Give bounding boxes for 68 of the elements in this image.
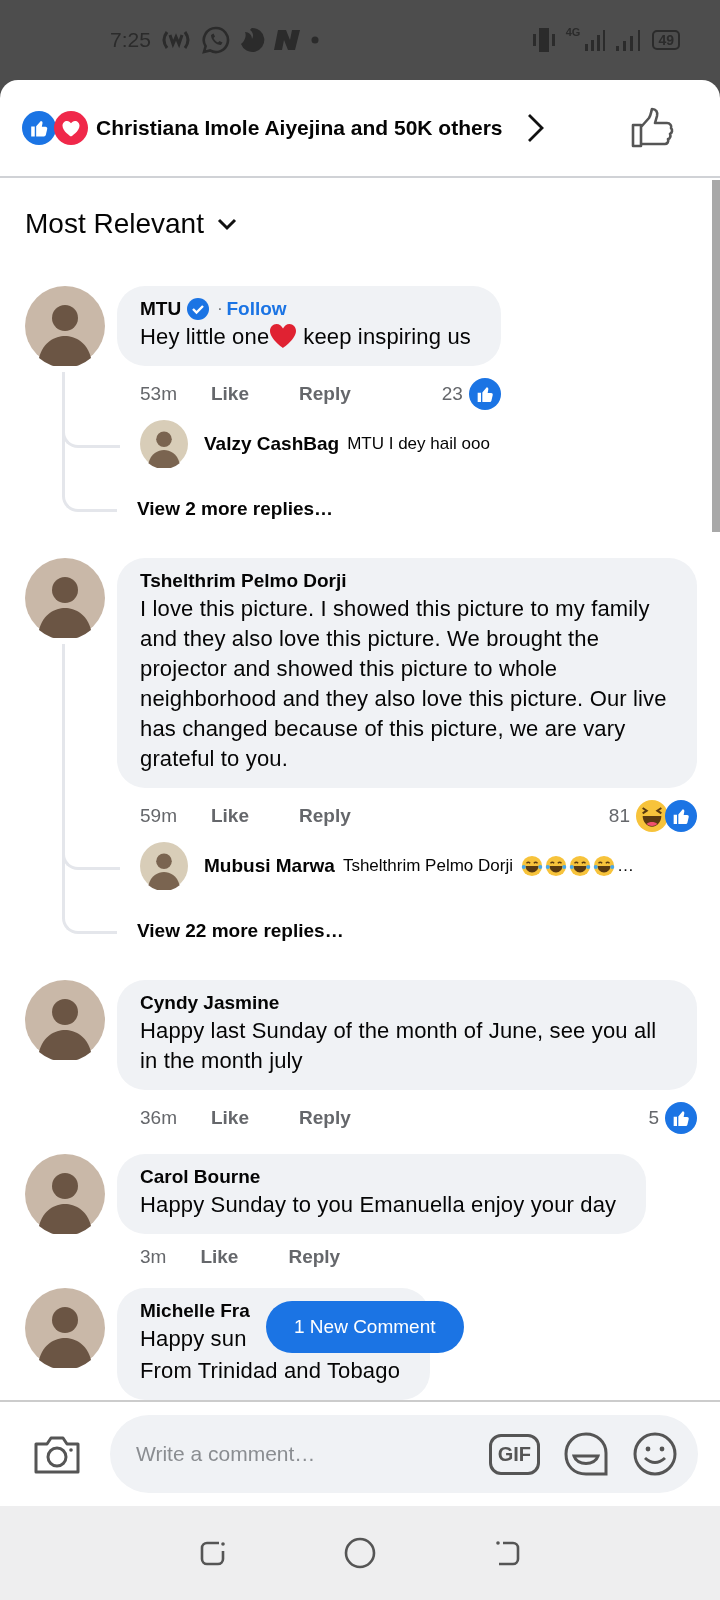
comment-text: Happy Sunday to you Emanuella enjoy your day xyxy=(140,1191,617,1219)
heart-emoji-icon xyxy=(269,323,298,349)
comment-time: 59m xyxy=(140,805,177,827)
reply-link[interactable]: Reply xyxy=(299,805,351,827)
avatar[interactable] xyxy=(140,842,188,890)
laughing-reaction-icon xyxy=(636,800,668,832)
avatar[interactable] xyxy=(140,420,188,468)
comment-text: I love this picture. I showed this picture to my family and they also love this picture. We brought the projector and showed this picture to whole neighborhood and they also love this picture. Our live has changed because of this picture, we are vary grateful to you. xyxy=(140,595,667,773)
commenter-name[interactable]: Tshelthrim Pelmo Dorji xyxy=(140,570,347,592)
reaction-count[interactable]: 23 xyxy=(441,383,463,405)
like-link[interactable]: Like xyxy=(210,1107,249,1129)
tears-of-joy-emoji-icon xyxy=(520,855,543,877)
new-comment-button[interactable]: 1 New Comment xyxy=(266,1301,464,1353)
scrollbar[interactable] xyxy=(712,180,720,532)
avatar[interactable] xyxy=(25,980,105,1060)
reply-link[interactable]: Reply xyxy=(299,1107,351,1129)
replier-name[interactable]: Valzy CashBag xyxy=(204,433,340,455)
sort-dropdown[interactable]: Most Relevant xyxy=(25,208,204,240)
thumbs-up-icon[interactable] xyxy=(630,107,674,149)
bird-icon xyxy=(238,27,265,53)
like-link[interactable]: Like xyxy=(200,1246,239,1268)
avatar[interactable] xyxy=(25,1154,105,1234)
reaction-count[interactable]: 81 xyxy=(608,805,630,827)
dot-icon xyxy=(310,36,319,44)
separator-dot: · xyxy=(217,300,223,318)
tears-of-joy-emoji-icon xyxy=(544,855,567,877)
like-reaction-icon xyxy=(22,111,56,145)
comment-text: From Trinidad and Tobago xyxy=(140,1357,401,1385)
commenter-name[interactable]: Cyndy Jasmine xyxy=(140,992,280,1014)
reply-link[interactable]: Reply xyxy=(288,1246,341,1268)
like-reaction-icon xyxy=(665,1102,697,1134)
reaction-count[interactable]: 5 xyxy=(648,1107,659,1129)
heart-reaction-icon xyxy=(54,111,88,145)
avatar[interactable] xyxy=(25,1288,105,1368)
like-link[interactable]: Like xyxy=(210,383,249,405)
gif-button[interactable]: GIF xyxy=(488,1433,540,1475)
n-logo-icon xyxy=(272,28,303,52)
home-icon[interactable] xyxy=(343,1536,377,1570)
reply-text: Tshelthrim Pelmo Dorji … xyxy=(342,855,634,877)
smiley-icon[interactable] xyxy=(632,1431,678,1477)
commenter-name[interactable]: Michelle Fra xyxy=(140,1300,250,1322)
tears-of-joy-emoji-icon xyxy=(568,855,591,877)
tears-of-joy-emoji-icon xyxy=(592,855,615,877)
comment-time: 3m xyxy=(140,1246,167,1268)
follow-link[interactable]: Follow xyxy=(226,298,287,320)
comment-text: Happy sun xyxy=(140,1325,247,1353)
chat-bubble-icon xyxy=(200,25,231,55)
signal-icon xyxy=(584,28,607,52)
sticker-icon[interactable] xyxy=(562,1431,610,1477)
chevron-down-icon[interactable] xyxy=(215,217,238,231)
replier-name[interactable]: Mubusi Marwa xyxy=(204,855,335,877)
commenter-name[interactable]: Carol Bourne xyxy=(140,1166,261,1188)
like-link[interactable]: Like xyxy=(210,805,249,827)
reply-link[interactable]: Reply xyxy=(299,383,351,405)
comment-input-field[interactable]: Write a comment… GIF xyxy=(110,1415,698,1493)
view-more-replies-link[interactable]: View 22 more replies… xyxy=(137,920,344,942)
avatar[interactable] xyxy=(25,558,105,638)
comment-text: Hey little one keep inspiring us xyxy=(140,322,471,351)
like-reaction-icon xyxy=(468,378,501,410)
comment-text: Happy last Sunday of the month of June, see you all in the month july xyxy=(140,1017,658,1075)
comment-time: 36m xyxy=(140,1107,177,1129)
view-more-replies-link[interactable]: View 2 more replies… xyxy=(137,498,334,520)
commenter-name[interactable]: MTU xyxy=(140,298,182,320)
reply-text: MTU I dey hail ooo xyxy=(347,434,491,454)
reactions-summary[interactable]: Christiana Imole Aiyejina and 50K others xyxy=(96,116,503,140)
avatar[interactable] xyxy=(25,286,105,366)
like-reaction-icon xyxy=(665,800,697,832)
comment-time: 53m xyxy=(140,383,177,405)
